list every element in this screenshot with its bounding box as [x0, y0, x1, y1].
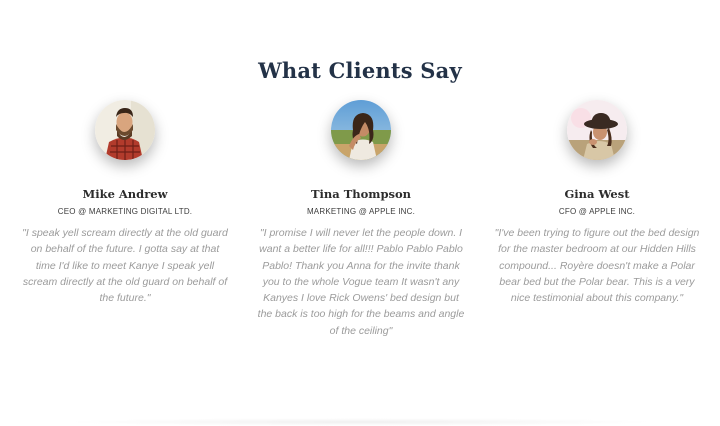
section-title: What Clients Say — [258, 58, 462, 83]
testimonial-card: Gina West CFO @ APPLE INC. "I've been tr… — [479, 100, 715, 306]
client-name: Tina Thompson — [310, 187, 412, 201]
section-bottom-shadow — [60, 418, 660, 426]
avatar — [331, 100, 391, 160]
client-name: Mike Andrew — [82, 187, 168, 201]
avatar — [95, 100, 155, 160]
person-photo-avatar-icon — [95, 100, 155, 160]
person-photo-avatar-icon — [331, 100, 391, 160]
testimonial-card: Mike Andrew CEO @ MARKETING DIGITAL LTD.… — [7, 100, 243, 306]
client-name: Gina West — [564, 187, 630, 201]
avatar — [567, 100, 627, 160]
client-quote: "I've been trying to figure out the bed … — [494, 227, 700, 305]
client-role: CFO @ APPLE INC. — [558, 207, 636, 216]
client-quote: "I promise I will never let the people d… — [257, 227, 465, 337]
client-role: CEO @ MARKETING DIGITAL LTD. — [57, 207, 193, 216]
person-photo-avatar-icon — [567, 100, 627, 160]
client-quote: "I speak yell scream directly at the old… — [22, 227, 228, 305]
testimonial-card: Tina Thompson MARKETING @ APPLE INC. "I … — [243, 100, 479, 339]
client-role: MARKETING @ APPLE INC. — [306, 207, 416, 216]
